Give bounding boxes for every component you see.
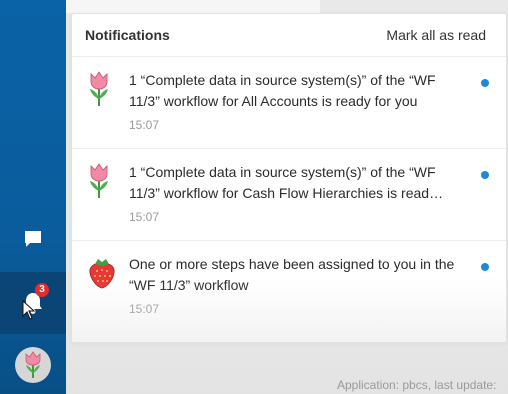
notification-count-badge: 3	[35, 283, 49, 297]
notification-time: 15:07	[129, 302, 160, 316]
tulip-icon	[90, 163, 108, 198]
notification-icon-wrap	[87, 255, 117, 333]
notification-body: 1 “Complete data in source system(s)” of…	[129, 70, 459, 148]
tulip-icon	[25, 351, 41, 378]
notification-item[interactable]: One or more steps have been assigned to …	[72, 241, 506, 333]
panel-header: Notifications Mark all as read	[72, 14, 506, 57]
notifications-button[interactable]: 3	[0, 272, 66, 334]
footer-status-text: Application: pbcs, last update:	[337, 378, 497, 392]
notification-icon-wrap	[87, 163, 117, 240]
notification-time: 15:07	[129, 118, 160, 132]
mark-all-read-button[interactable]: Mark all as read	[386, 27, 486, 43]
unread-dot	[481, 263, 489, 271]
background-panel	[66, 0, 320, 13]
sidebar: 3	[0, 0, 66, 394]
notification-item[interactable]: 1 “Complete data in source system(s)” of…	[72, 149, 506, 241]
notification-message: 1 “Complete data in source system(s)” of…	[129, 164, 444, 201]
notification-message: 1 “Complete data in source system(s)” of…	[129, 72, 436, 109]
notification-item[interactable]: 1 “Complete data in source system(s)” of…	[72, 57, 506, 149]
notification-body: 1 “Complete data in source system(s)” of…	[129, 162, 459, 240]
notification-body: One or more steps have been assigned to …	[129, 254, 459, 333]
avatar	[15, 347, 51, 383]
notification-time: 15:07	[129, 210, 160, 224]
notifications-panel: Notifications Mark all as read 1 “Comple…	[71, 13, 507, 343]
mouse-cursor-icon	[22, 300, 36, 320]
chat-button[interactable]	[0, 208, 66, 270]
panel-title: Notifications	[85, 27, 170, 43]
notification-icon-wrap	[87, 71, 117, 148]
unread-dot	[481, 171, 489, 179]
chat-icon	[25, 231, 41, 247]
notification-message: One or more steps have been assigned to …	[129, 256, 455, 293]
user-avatar-button[interactable]	[0, 336, 66, 394]
strawberry-icon	[89, 259, 115, 289]
tulip-icon	[90, 71, 108, 106]
unread-dot	[481, 79, 489, 87]
